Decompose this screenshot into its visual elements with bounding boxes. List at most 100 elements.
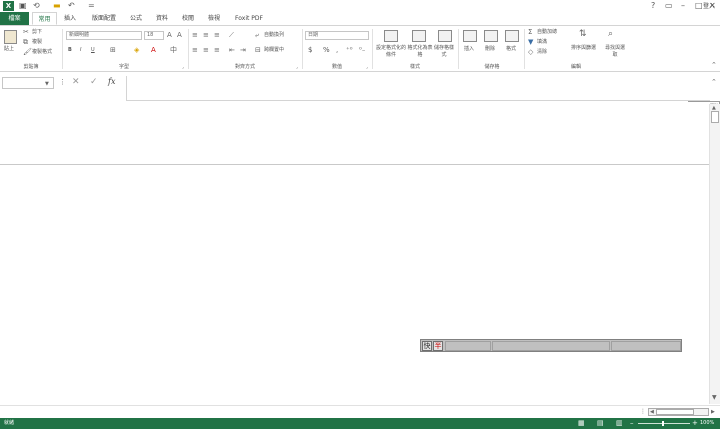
merge-center-button[interactable]: 跨欄置中 xyxy=(264,47,284,54)
number-dialog-launcher-icon[interactable]: ⌟ xyxy=(366,63,368,70)
ime-mode-button[interactable]: 快 xyxy=(422,341,432,351)
wrap-text-icon[interactable]: ⤶ xyxy=(255,31,259,39)
grow-font-icon[interactable]: A xyxy=(167,31,172,39)
touch-mode-icon[interactable]: ⟲ xyxy=(33,1,40,11)
collapse-ribbon-icon[interactable]: ⌃ xyxy=(711,61,717,69)
scroll-right-icon[interactable]: ▶ xyxy=(711,408,715,416)
page-break-view-icon[interactable]: ▥ xyxy=(616,419,623,427)
decrease-indent-icon[interactable]: ⇤ xyxy=(229,46,235,54)
tab-foxit-pdf[interactable]: Foxit PDF xyxy=(232,12,266,25)
merge-center-icon[interactable]: ⊟ xyxy=(255,46,261,54)
delete-cells-button[interactable]: 刪除 xyxy=(485,46,495,53)
align-right-icon[interactable]: ≡ xyxy=(214,46,220,54)
fill-button[interactable]: 填滿 xyxy=(537,39,547,46)
fill-icon[interactable]: ▼ xyxy=(528,38,533,46)
insert-cells-icon[interactable] xyxy=(463,30,477,42)
copy-button[interactable]: 複製 xyxy=(32,39,42,46)
cell-styles-button[interactable]: 儲存格樣式 xyxy=(433,45,455,59)
clear-icon[interactable]: ◇ xyxy=(528,48,533,56)
tab-insert[interactable]: 插入 xyxy=(60,12,80,25)
name-box-dropdown-icon[interactable]: ▼ xyxy=(45,80,49,88)
autosum-button[interactable]: 自動加總 xyxy=(537,29,557,36)
insert-cells-button[interactable]: 插入 xyxy=(464,46,474,53)
currency-button[interactable]: $ xyxy=(308,47,312,54)
font-dialog-launcher-icon[interactable]: ⌟ xyxy=(182,63,184,70)
cut-icon[interactable]: ✂ xyxy=(23,28,29,36)
tab-file[interactable]: 檔案 xyxy=(0,12,29,25)
name-box[interactable]: ▼ xyxy=(2,77,54,89)
tab-formulas[interactable]: 公式 xyxy=(126,12,146,25)
find-select-button[interactable]: 尋找與選取 xyxy=(604,45,626,59)
shrink-font-icon[interactable]: A xyxy=(177,31,182,39)
formula-input[interactable] xyxy=(126,76,710,101)
undo-icon[interactable]: ↶ xyxy=(68,1,75,11)
zoom-out-icon[interactable]: – xyxy=(630,419,634,427)
alignment-dialog-launcher-icon[interactable]: ⌟ xyxy=(296,63,298,70)
fill-color-icon[interactable]: ◈ xyxy=(134,46,139,54)
scroll-up-icon[interactable]: ▲ xyxy=(712,104,716,112)
worksheet-area[interactable] xyxy=(0,102,709,405)
decrease-decimal-icon[interactable]: ⁰₋ xyxy=(359,46,366,54)
number-format-select[interactable]: 日期 xyxy=(305,31,369,40)
format-as-table-icon[interactable] xyxy=(412,30,426,42)
align-top-icon[interactable]: ≡ xyxy=(192,31,198,39)
find-select-icon[interactable]: ⌕ xyxy=(608,30,613,39)
format-as-table-button[interactable]: 格式化為表格 xyxy=(407,45,433,59)
paste-button[interactable]: 貼上 xyxy=(4,46,14,53)
scroll-left-icon[interactable]: ◀ xyxy=(650,408,654,416)
align-bottom-icon[interactable]: ≡ xyxy=(214,31,220,39)
delete-cells-icon[interactable] xyxy=(484,30,498,42)
sign-in-link[interactable]: 登入 xyxy=(700,0,718,13)
align-middle-icon[interactable]: ≡ xyxy=(203,31,209,39)
zoom-in-icon[interactable]: + xyxy=(692,419,698,427)
format-painter-button[interactable]: 複製格式 xyxy=(32,49,52,56)
cancel-icon[interactable]: ✕ xyxy=(72,78,80,87)
split-grip-icon[interactable]: ⋮ xyxy=(640,408,646,416)
italic-button[interactable]: I xyxy=(80,47,81,54)
format-cells-icon[interactable] xyxy=(505,30,519,42)
minimize-icon[interactable]: – xyxy=(681,1,685,11)
orientation-icon[interactable]: ⟋ xyxy=(229,31,234,39)
scroll-down-icon[interactable]: ▼ xyxy=(712,394,717,402)
paste-icon[interactable] xyxy=(4,30,17,44)
conditional-formatting-icon[interactable] xyxy=(384,30,398,42)
align-center-icon[interactable]: ≡ xyxy=(203,46,209,54)
copy-icon[interactable]: ⧉ xyxy=(23,38,28,46)
increase-indent-icon[interactable]: ⇥ xyxy=(240,46,246,54)
autosum-icon[interactable]: Σ xyxy=(528,28,532,36)
normal-view-icon[interactable]: ▦ xyxy=(578,419,585,427)
comma-style-icon[interactable]: , xyxy=(336,46,338,54)
vertical-scrollbar[interactable]: ▼ xyxy=(709,104,720,404)
conditional-formatting-button[interactable]: 設定格式化的條件 xyxy=(375,45,407,59)
cut-button[interactable]: 剪下 xyxy=(32,29,42,36)
cell-styles-icon[interactable] xyxy=(438,30,452,42)
sort-filter-button[interactable]: 排序與篩選 xyxy=(571,45,596,52)
horizontal-scroll-thumb[interactable] xyxy=(656,409,694,415)
phonetic-icon[interactable]: 中 xyxy=(170,46,177,54)
tab-review[interactable]: 校閱 xyxy=(178,12,198,25)
wrap-text-button[interactable]: 自動換列 xyxy=(264,32,284,39)
save-icon[interactable]: ▣ xyxy=(19,1,27,11)
zoom-slider-thumb[interactable] xyxy=(662,421,664,426)
insert-function-icon[interactable]: fx xyxy=(108,78,115,86)
vertical-scroll-thumb[interactable] xyxy=(711,111,719,123)
increase-decimal-icon[interactable]: ⁺⁰ xyxy=(346,46,353,54)
horizontal-scrollbar[interactable] xyxy=(648,408,709,416)
enter-icon[interactable]: ✓ xyxy=(90,78,98,87)
ribbon-display-icon[interactable]: ▭ xyxy=(665,1,673,11)
sort-filter-icon[interactable]: ⇅ xyxy=(579,30,587,39)
tab-page-layout[interactable]: 版面配置 xyxy=(88,12,120,25)
ime-width-button[interactable]: 半 xyxy=(433,341,443,351)
font-size-select[interactable]: 18 xyxy=(144,31,164,40)
borders-icon[interactable]: ⊞ xyxy=(110,46,116,54)
open-icon[interactable]: ▬ xyxy=(53,1,61,11)
underline-button[interactable]: U xyxy=(91,47,95,54)
zoom-slider[interactable] xyxy=(638,423,690,424)
help-icon[interactable]: ? xyxy=(651,1,655,11)
format-cells-button[interactable]: 格式 xyxy=(506,46,516,53)
customize-qat-icon[interactable]: = xyxy=(88,1,95,11)
tab-home[interactable]: 常用 xyxy=(32,12,57,25)
font-color-icon[interactable]: A xyxy=(151,46,156,54)
collapse-formula-bar-icon[interactable]: ⌃ xyxy=(711,78,717,86)
font-name-select[interactable]: 新細明體 xyxy=(66,31,142,40)
